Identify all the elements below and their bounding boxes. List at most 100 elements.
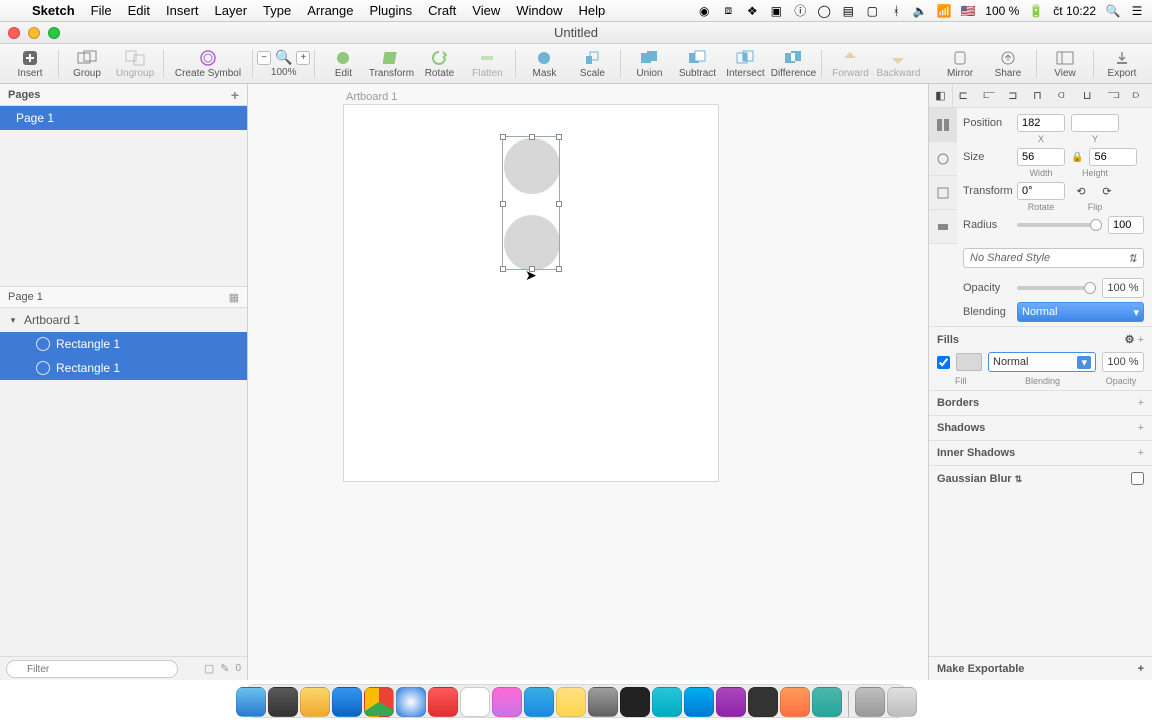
zoom-in-button[interactable]: + bbox=[296, 51, 310, 65]
height-input[interactable] bbox=[1089, 148, 1137, 166]
transform-button[interactable]: Transform bbox=[367, 45, 415, 83]
menu-window[interactable]: Window bbox=[516, 3, 562, 18]
menu-insert[interactable]: Insert bbox=[166, 3, 199, 18]
flip-v-icon[interactable]: ⟳ bbox=[1097, 185, 1117, 198]
dock-app-sketch[interactable] bbox=[300, 687, 330, 717]
layer-filter-input[interactable] bbox=[6, 660, 178, 678]
opacity-value[interactable]: 100 % bbox=[1102, 278, 1144, 298]
radius-slider[interactable] bbox=[1017, 223, 1102, 227]
position-x-input[interactable] bbox=[1017, 114, 1065, 132]
status-icon-2[interactable]: ▣ bbox=[769, 4, 783, 18]
dock-app-itunes[interactable] bbox=[492, 687, 522, 717]
selection-box[interactable] bbox=[502, 136, 560, 270]
zoom-out-button[interactable]: − bbox=[257, 51, 271, 65]
layer-artboard[interactable]: ▾ Artboard 1 bbox=[0, 308, 247, 332]
page-item[interactable]: Page 1 bbox=[0, 106, 247, 130]
battery-icon[interactable]: 🔋 bbox=[1029, 4, 1043, 18]
distribute-h-icon[interactable]: ⫎ bbox=[1108, 89, 1122, 103]
dock-app[interactable] bbox=[428, 687, 458, 717]
align-right-icon[interactable]: ⊐ bbox=[1008, 89, 1022, 103]
export-button[interactable]: Export bbox=[1098, 45, 1146, 83]
flag-icon[interactable]: 🇺🇸 bbox=[961, 4, 975, 18]
dock-folder[interactable] bbox=[855, 687, 885, 717]
window-close-button[interactable] bbox=[8, 27, 20, 39]
menu-plugins[interactable]: Plugins bbox=[369, 3, 412, 18]
borders-section-header[interactable]: Borders+ bbox=[929, 390, 1152, 415]
fills-section-header[interactable]: Fills⚙ + bbox=[929, 326, 1152, 352]
align-hcenter-icon[interactable]: ⫍ bbox=[983, 89, 997, 103]
add-shadow-button[interactable]: + bbox=[1138, 422, 1144, 434]
view-button[interactable]: View bbox=[1041, 45, 1089, 83]
dock-app[interactable] bbox=[332, 687, 362, 717]
forward-button[interactable]: Forward bbox=[826, 45, 874, 83]
align-left-icon[interactable]: ⊏ bbox=[958, 89, 972, 103]
disclosure-triangle-icon[interactable]: ▾ bbox=[8, 315, 18, 326]
layer-item[interactable]: Rectangle 1 bbox=[0, 332, 247, 356]
filter-export-icon[interactable]: ✎ bbox=[220, 662, 229, 675]
artboard-label[interactable]: Artboard 1 bbox=[346, 91, 397, 103]
menubar-clock[interactable]: čt 10:22 bbox=[1053, 4, 1096, 18]
radius-input[interactable] bbox=[1108, 216, 1144, 234]
dock-app-calendar[interactable] bbox=[460, 687, 490, 717]
status-icon-4[interactable]: ◯ bbox=[817, 4, 831, 18]
menu-edit[interactable]: Edit bbox=[128, 3, 150, 18]
inspector-tab-4[interactable] bbox=[929, 210, 957, 244]
menu-type[interactable]: Type bbox=[263, 3, 291, 18]
window-minimize-button[interactable] bbox=[28, 27, 40, 39]
blur-enabled-checkbox[interactable] bbox=[1131, 472, 1144, 485]
opacity-slider[interactable] bbox=[1017, 286, 1096, 290]
position-y-input[interactable] bbox=[1071, 114, 1119, 132]
flatten-button[interactable]: Flatten bbox=[463, 45, 511, 83]
fills-settings-icon[interactable]: ⚙ bbox=[1125, 334, 1135, 346]
align-bottom-icon[interactable]: ⊔ bbox=[1083, 89, 1097, 103]
window-zoom-button[interactable] bbox=[48, 27, 60, 39]
difference-button[interactable]: Difference bbox=[769, 45, 817, 83]
rotate-button[interactable]: Rotate bbox=[415, 45, 463, 83]
menu-layer[interactable]: Layer bbox=[215, 3, 248, 18]
subtract-button[interactable]: Subtract bbox=[673, 45, 721, 83]
create-symbol-button[interactable]: Create Symbol bbox=[168, 45, 248, 83]
intersect-button[interactable]: Intersect bbox=[721, 45, 769, 83]
status-icon-5[interactable]: ▤ bbox=[841, 4, 855, 18]
add-page-button[interactable]: + bbox=[231, 87, 239, 103]
dropbox-icon[interactable]: ⧈ bbox=[721, 4, 735, 18]
flip-h-icon[interactable]: ⟲ bbox=[1071, 185, 1091, 198]
menu-file[interactable]: File bbox=[91, 3, 112, 18]
width-input[interactable] bbox=[1017, 148, 1065, 166]
canvas[interactable]: Artboard 1 ➤ bbox=[248, 84, 928, 680]
zoom-control[interactable]: −🔍+ 100% bbox=[257, 49, 310, 78]
fill-color-swatch[interactable] bbox=[956, 353, 982, 371]
shadows-section-header[interactable]: Shadows+ bbox=[929, 415, 1152, 440]
dock-app-safari[interactable] bbox=[396, 687, 426, 717]
fill-opacity-input[interactable]: 100 % bbox=[1102, 352, 1144, 372]
rotate-input[interactable] bbox=[1017, 182, 1065, 200]
mirror-button[interactable]: Mirror bbox=[936, 45, 984, 83]
dock-app-chrome[interactable] bbox=[364, 687, 394, 717]
bluetooth-icon[interactable]: ᚼ bbox=[889, 4, 903, 18]
union-button[interactable]: Union bbox=[625, 45, 673, 83]
inspector-tab-icon[interactable]: ◧ bbox=[929, 84, 953, 108]
app-menu[interactable]: Sketch bbox=[32, 3, 75, 18]
menu-craft[interactable]: Craft bbox=[428, 3, 456, 18]
dock-app-finder[interactable] bbox=[236, 687, 266, 717]
inner-shadows-section-header[interactable]: Inner Shadows+ bbox=[929, 440, 1152, 465]
share-button[interactable]: Share bbox=[984, 45, 1032, 83]
layers-options-icon[interactable]: ▦ bbox=[229, 291, 239, 304]
menu-arrange[interactable]: Arrange bbox=[307, 3, 353, 18]
align-vcenter-icon[interactable]: ⫏ bbox=[1058, 89, 1072, 103]
lock-aspect-icon[interactable]: 🔒 bbox=[1071, 152, 1083, 163]
blending-select[interactable]: Normal▾ bbox=[1017, 302, 1144, 322]
spotlight-icon[interactable]: 🔍 bbox=[1106, 4, 1120, 18]
blur-section-header[interactable]: Gaussian Blur ⇅ bbox=[929, 465, 1152, 491]
distribute-v-icon[interactable]: ⫐ bbox=[1133, 89, 1147, 103]
dock-trash[interactable] bbox=[887, 687, 917, 717]
edit-button[interactable]: Edit bbox=[319, 45, 367, 83]
dock-app-appstore[interactable] bbox=[524, 687, 554, 717]
group-button[interactable]: Group bbox=[63, 45, 111, 83]
make-exportable-button[interactable]: Make Exportable+ bbox=[929, 656, 1152, 680]
dock-app[interactable] bbox=[588, 687, 618, 717]
shared-style-select[interactable]: No Shared Style⇅ bbox=[963, 248, 1144, 268]
inspector-tab-2[interactable] bbox=[929, 142, 957, 176]
backward-button[interactable]: Backward bbox=[874, 45, 922, 83]
add-fill-button[interactable]: + bbox=[1138, 334, 1144, 346]
